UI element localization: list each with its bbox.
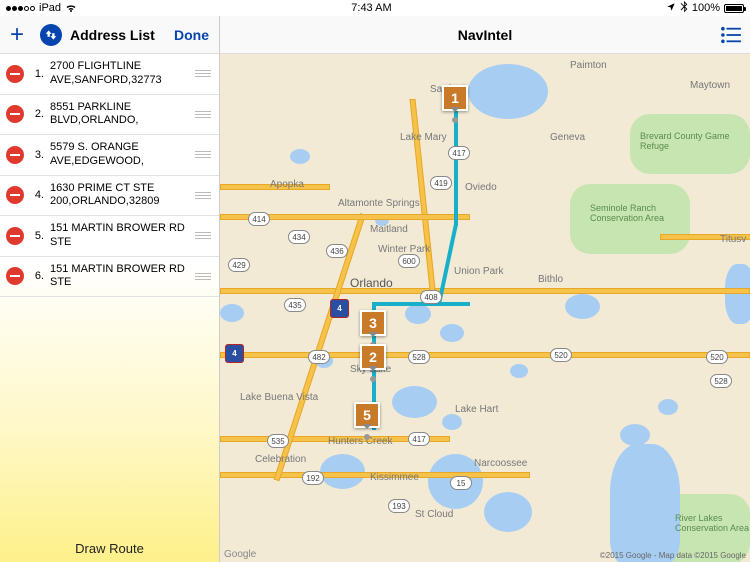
address-number: 1. (30, 68, 44, 80)
menu-button[interactable] (720, 26, 742, 44)
delete-button[interactable] (6, 227, 24, 245)
drag-handle-icon[interactable] (193, 111, 213, 118)
address-item[interactable]: 6. 151 MARTIN BROWER RD STE (0, 257, 219, 298)
address-item[interactable]: 3. 5579 S. ORANGE AVE,EDGEWOOD, (0, 135, 219, 176)
status-left: iPad (6, 2, 77, 14)
delete-button[interactable] (6, 146, 24, 164)
map-panel: NavIntel (220, 16, 750, 562)
address-text: 151 MARTIN BROWER RD STE (50, 222, 187, 250)
address-item[interactable]: 5. 151 MARTIN BROWER RD STE (0, 216, 219, 257)
drag-handle-icon[interactable] (193, 232, 213, 239)
drag-handle-icon[interactable] (193, 273, 213, 280)
location-icon (666, 2, 676, 15)
address-item[interactable]: 1. 2700 FLIGHTLINE AVE,SANFORD,32773 (0, 54, 219, 95)
battery-pct: 100% (692, 2, 720, 14)
address-text: 2700 FLIGHTLINE AVE,SANFORD,32773 (50, 60, 187, 88)
map-header: NavIntel (220, 16, 750, 54)
address-text: 1630 PRIME CT STE 200,ORLANDO,32809 (50, 182, 187, 210)
delete-button[interactable] (6, 65, 24, 83)
status-bar: iPad 7:43 AM 100% (0, 0, 750, 16)
add-address-button[interactable]: + (6, 23, 28, 47)
delete-button[interactable] (6, 105, 24, 123)
signal-icon (6, 6, 35, 11)
map-canvas[interactable]: Google ©2015 Google - Map data ©2015 Goo… (220, 54, 750, 562)
done-button[interactable]: Done (170, 27, 213, 43)
map-marker[interactable]: 2 (360, 344, 386, 370)
map-title: NavIntel (458, 27, 512, 43)
wifi-icon (65, 3, 77, 13)
google-logo: Google (224, 549, 256, 560)
address-number: 6. (30, 270, 44, 282)
draw-route-button[interactable]: Draw Route (0, 531, 219, 562)
reorder-button[interactable] (40, 24, 62, 46)
address-text: 5579 S. ORANGE AVE,EDGEWOOD, (50, 141, 187, 169)
map-marker[interactable]: 5 (354, 402, 380, 428)
battery-icon (724, 4, 744, 13)
status-right: 100% (666, 1, 744, 16)
map-marker[interactable]: 1 (442, 85, 468, 111)
address-number: 4. (30, 189, 44, 201)
status-time: 7:43 AM (351, 2, 391, 14)
drag-handle-icon[interactable] (193, 151, 213, 158)
address-text: 8551 PARKLINE BLVD,ORLANDO, (50, 101, 187, 129)
delete-button[interactable] (6, 267, 24, 285)
drag-handle-icon[interactable] (193, 70, 213, 77)
address-number: 3. (30, 149, 44, 161)
address-number: 5. (30, 230, 44, 242)
sidebar: + Address List Done 1. 2700 FLIGHTLINE A… (0, 16, 220, 562)
map-attribution: ©2015 Google - Map data ©2015 Google (600, 551, 746, 560)
address-text: 151 MARTIN BROWER RD STE (50, 263, 187, 291)
address-item[interactable]: 4. 1630 PRIME CT STE 200,ORLANDO,32809 (0, 176, 219, 217)
drag-handle-icon[interactable] (193, 192, 213, 199)
device-label: iPad (39, 2, 61, 14)
address-number: 2. (30, 108, 44, 120)
map-marker[interactable]: 3 (360, 310, 386, 336)
bluetooth-icon (680, 1, 688, 16)
sidebar-header: + Address List Done (0, 16, 219, 54)
address-list: 1. 2700 FLIGHTLINE AVE,SANFORD,32773 2. … (0, 54, 219, 531)
sidebar-title: Address List (70, 27, 155, 43)
address-item[interactable]: 2. 8551 PARKLINE BLVD,ORLANDO, (0, 95, 219, 136)
delete-button[interactable] (6, 186, 24, 204)
